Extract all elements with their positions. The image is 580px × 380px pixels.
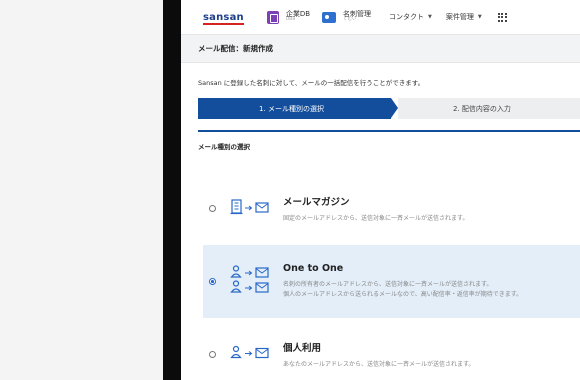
nav-company-db-sub: DBB: [285, 17, 296, 23]
option-description-line-1: 名刺の所有者のメールアドレスから、送信対象に一斉メールが送信されます。: [283, 281, 493, 289]
company-db-icon: [266, 10, 279, 24]
nav-company-db[interactable]: 企業DB DBB: [266, 10, 310, 24]
option-title: One to One: [283, 263, 344, 275]
step-1-active: 1. メール種別の選択: [198, 98, 391, 119]
building-to-mail-icon: [230, 198, 274, 219]
menu-contact[interactable]: コンタクト ▼: [389, 12, 432, 22]
page-description: Sansan に登録した名刺に対して、メールの一括配信を行うことができます。: [198, 79, 425, 87]
step-arrow: [391, 98, 398, 118]
page-title: メール配信：新規作成: [181, 34, 580, 63]
window-divider: [163, 0, 181, 380]
business-card-icon: [322, 11, 337, 23]
step-2: 2. 配信内容の入力: [398, 98, 580, 119]
option-title: メールマガジン: [283, 196, 350, 208]
option-description-line-2: 個人のメールアドレスから送られるメールなので、高い配信率・返信率が期待できます。: [283, 291, 523, 298]
app-grid-icon[interactable]: [497, 12, 507, 22]
chevron-down-icon: ▼: [477, 14, 482, 20]
people-to-mail-icon: [230, 264, 274, 299]
menu-deal-management-label: 案件管理: [445, 13, 474, 21]
chevron-down-icon: ▼: [428, 14, 432, 20]
stepper: 1. メール種別の選択 2. 配信内容の入力: [198, 98, 580, 119]
section-heading: メール種別の選択: [198, 130, 580, 151]
option-title: 個人利用: [283, 342, 322, 354]
option-description: 固定のメールアドレスから、送信対象に一斉メールが送信されます。: [283, 214, 469, 222]
nav-business-card[interactable]: 名刺管理 くむい: [322, 10, 371, 23]
option-personal-use[interactable]: 個人利用 あなたのメールアドレスから、送信対象に一斉メールが送信されます。: [203, 318, 580, 380]
option-one-to-one[interactable]: One to One 名刺の所有者のメールアドレスから、送信対象に一斉メールが送…: [203, 245, 580, 318]
top-navigation: sansan 企業DB DBB 名刺管理 くむい コンタクト ▼ 案件管理 ▼: [181, 0, 580, 34]
menu-deal-management[interactable]: 案件管理 ▼: [446, 12, 482, 22]
radio-one-to-one[interactable]: [209, 278, 216, 285]
radio-mail-magazine[interactable]: [209, 205, 216, 212]
nav-business-card-sub: くむい: [343, 17, 357, 23]
menu-contact-label: コンタクト: [389, 13, 425, 21]
option-description: あなたのメールアドレスから、送信対象に一斉メールが送信されます。: [283, 360, 475, 368]
radio-personal-use[interactable]: [209, 351, 216, 358]
person-to-mail-icon: [230, 345, 274, 365]
sansan-logo[interactable]: sansan: [203, 12, 244, 25]
background-pane: [0, 0, 163, 380]
app-window: sansan 企業DB DBB 名刺管理 くむい コンタクト ▼ 案件管理 ▼: [181, 0, 580, 380]
option-mail-magazine[interactable]: メールマガジン 固定のメールアドレスから、送信対象に一斉メールが送信されます。: [203, 172, 580, 245]
